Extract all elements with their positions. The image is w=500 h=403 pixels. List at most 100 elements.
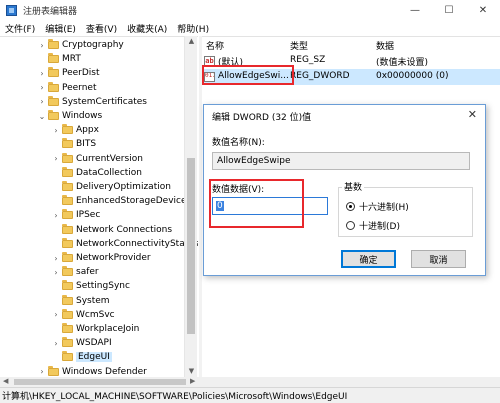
expand-arrow-icon[interactable]: › — [52, 254, 60, 263]
folder-icon — [48, 95, 59, 106]
tree-item-label: CurrentVersion — [76, 153, 143, 164]
tree-item[interactable]: WorkplaceJoin — [52, 322, 139, 336]
radio-unchecked-icon — [346, 221, 355, 230]
menu-help[interactable]: 帮助(H) — [172, 22, 214, 35]
radio-decimal[interactable]: 十进制(D) — [346, 219, 400, 232]
tree-item[interactable]: EdgeUI — [52, 350, 112, 364]
expand-arrow-icon[interactable]: › — [52, 126, 60, 135]
maximize-button[interactable]: ☐ — [432, 0, 466, 20]
expand-arrow-icon[interactable]: › — [52, 268, 60, 277]
expand-arrow-icon[interactable]: › — [38, 97, 46, 106]
tree-item-label: PeerDist — [62, 68, 100, 79]
tree-item-label: System — [76, 295, 110, 306]
tree-item[interactable]: › WcmSvc — [52, 308, 115, 322]
menu-favorites[interactable]: 收藏夹(A) — [122, 22, 172, 35]
dialog-close-icon[interactable]: ✕ — [468, 108, 477, 121]
tree-item[interactable]: › Appx — [52, 123, 99, 137]
scroll-right-icon[interactable]: ▶ — [190, 377, 195, 385]
close-button[interactable]: ✕ — [466, 0, 500, 20]
column-name-header[interactable]: 名称 — [206, 39, 224, 52]
scroll-left-icon[interactable]: ◀ — [3, 377, 8, 385]
folder-icon — [62, 323, 73, 333]
folder-icon — [62, 308, 73, 319]
tree-item[interactable]: › Peernet — [38, 81, 97, 95]
tree-item-label: Cryptography — [62, 40, 124, 50]
tree-item[interactable]: › safer — [52, 265, 99, 279]
tree-item[interactable]: MRT — [38, 52, 81, 66]
tree-item[interactable]: ⌄ Windows — [38, 109, 102, 123]
menu-view[interactable]: 查看(V) — [81, 22, 122, 35]
tree-item[interactable]: › PeerDist — [38, 66, 100, 80]
tree-item[interactable]: › Windows Defender — [38, 365, 147, 377]
tree-item-label: SystemCertificates — [62, 96, 147, 107]
menu-edit[interactable]: 编辑(E) — [40, 22, 81, 35]
tree-horizontal-scrollbar[interactable]: ◀ ▶ — [0, 377, 500, 387]
tree-item[interactable]: › Cryptography — [38, 38, 124, 52]
tree-item[interactable]: DeliveryOptimization — [52, 180, 171, 194]
minimize-button[interactable]: — — [398, 0, 432, 20]
folder-icon — [48, 81, 59, 92]
tree-item[interactable]: EnhancedStorageDevices — [52, 194, 191, 208]
tree-item-label: Appx — [76, 125, 99, 136]
expand-arrow-icon[interactable]: › — [52, 154, 60, 163]
expand-arrow-icon[interactable]: › — [52, 211, 60, 220]
registry-tree[interactable]: › Cryptography MRT › PeerDist › Peernet › System… — [0, 36, 198, 377]
scroll-up-icon[interactable]: ▲ — [185, 37, 198, 45]
expand-arrow-icon[interactable]: ⌄ — [38, 112, 46, 121]
tree-item[interactable]: System — [52, 294, 110, 308]
folder-icon — [62, 152, 73, 163]
tree-item-label: Windows — [62, 111, 103, 121]
radio-hexadecimal[interactable]: 十六进制(H) — [346, 200, 409, 213]
folder-icon — [62, 252, 73, 262]
folder-icon — [62, 337, 73, 348]
folder-icon — [62, 266, 73, 277]
value-name-label: 数值名称(N): — [212, 138, 265, 148]
cancel-button[interactable]: 取消 — [411, 250, 466, 268]
tree-item[interactable]: DataCollection — [52, 166, 142, 180]
base-label: 基数 — [342, 180, 365, 193]
title-bar: 注册表编辑器 — ☐ ✕ — [0, 0, 500, 20]
tree-item[interactable]: BITS — [52, 137, 96, 151]
expand-arrow-icon[interactable]: › — [52, 310, 60, 319]
folder-icon — [48, 39, 59, 49]
folder-icon — [62, 223, 73, 234]
expand-arrow-icon[interactable]: › — [38, 367, 46, 376]
folder-icon — [62, 237, 73, 248]
folder-icon — [62, 138, 73, 149]
folder-icon — [62, 181, 73, 191]
tree-item-label: WcmSvc — [76, 309, 115, 320]
scrollbar-thumb[interactable] — [187, 158, 195, 334]
expand-arrow-icon[interactable]: › — [38, 83, 46, 92]
tree-item-label: BITS — [76, 139, 97, 150]
tree-item-label: WorkplaceJoin — [76, 324, 140, 334]
expand-arrow-icon[interactable]: › — [38, 41, 46, 50]
tree-item[interactable]: NetworkConnectivityStatus — [52, 237, 198, 251]
tree-vertical-scrollbar[interactable]: ▲ ▼ — [184, 36, 197, 377]
regedit-icon — [6, 4, 17, 16]
column-type-header[interactable]: 类型 — [290, 39, 308, 52]
expand-arrow-icon[interactable]: › — [52, 339, 60, 348]
folder-icon — [62, 280, 73, 291]
value-data: (数值未设置) — [376, 58, 429, 68]
folder-icon — [62, 195, 73, 206]
tree-item[interactable]: SettingSync — [52, 279, 130, 293]
window-title: 注册表编辑器 — [23, 6, 78, 17]
ok-button[interactable]: 确定 — [341, 250, 396, 268]
scroll-down-icon[interactable]: ▼ — [185, 367, 198, 375]
hscroll-thumb[interactable] — [14, 379, 186, 385]
folder-icon — [48, 53, 59, 64]
tree-item-label: WSDAPI — [76, 338, 112, 349]
radio-checked-icon — [346, 202, 355, 211]
tree-item[interactable]: › NetworkProvider — [52, 251, 151, 265]
tree-item[interactable]: › IPSec — [52, 208, 100, 222]
tree-item[interactable]: Network Connections — [52, 223, 172, 237]
menu-file[interactable]: 文件(F) — [0, 22, 40, 35]
expand-arrow-icon[interactable]: › — [38, 69, 46, 78]
tree-item-label: NetworkConnectivityStatus — [76, 238, 198, 249]
folder-icon — [62, 209, 73, 220]
tree-item-label: Windows Defender — [62, 366, 147, 377]
column-data-header[interactable]: 数据 — [376, 39, 394, 52]
tree-item[interactable]: › WSDAPI — [52, 336, 112, 350]
tree-item[interactable]: › SystemCertificates — [38, 95, 147, 109]
tree-item[interactable]: › CurrentVersion — [52, 152, 143, 166]
